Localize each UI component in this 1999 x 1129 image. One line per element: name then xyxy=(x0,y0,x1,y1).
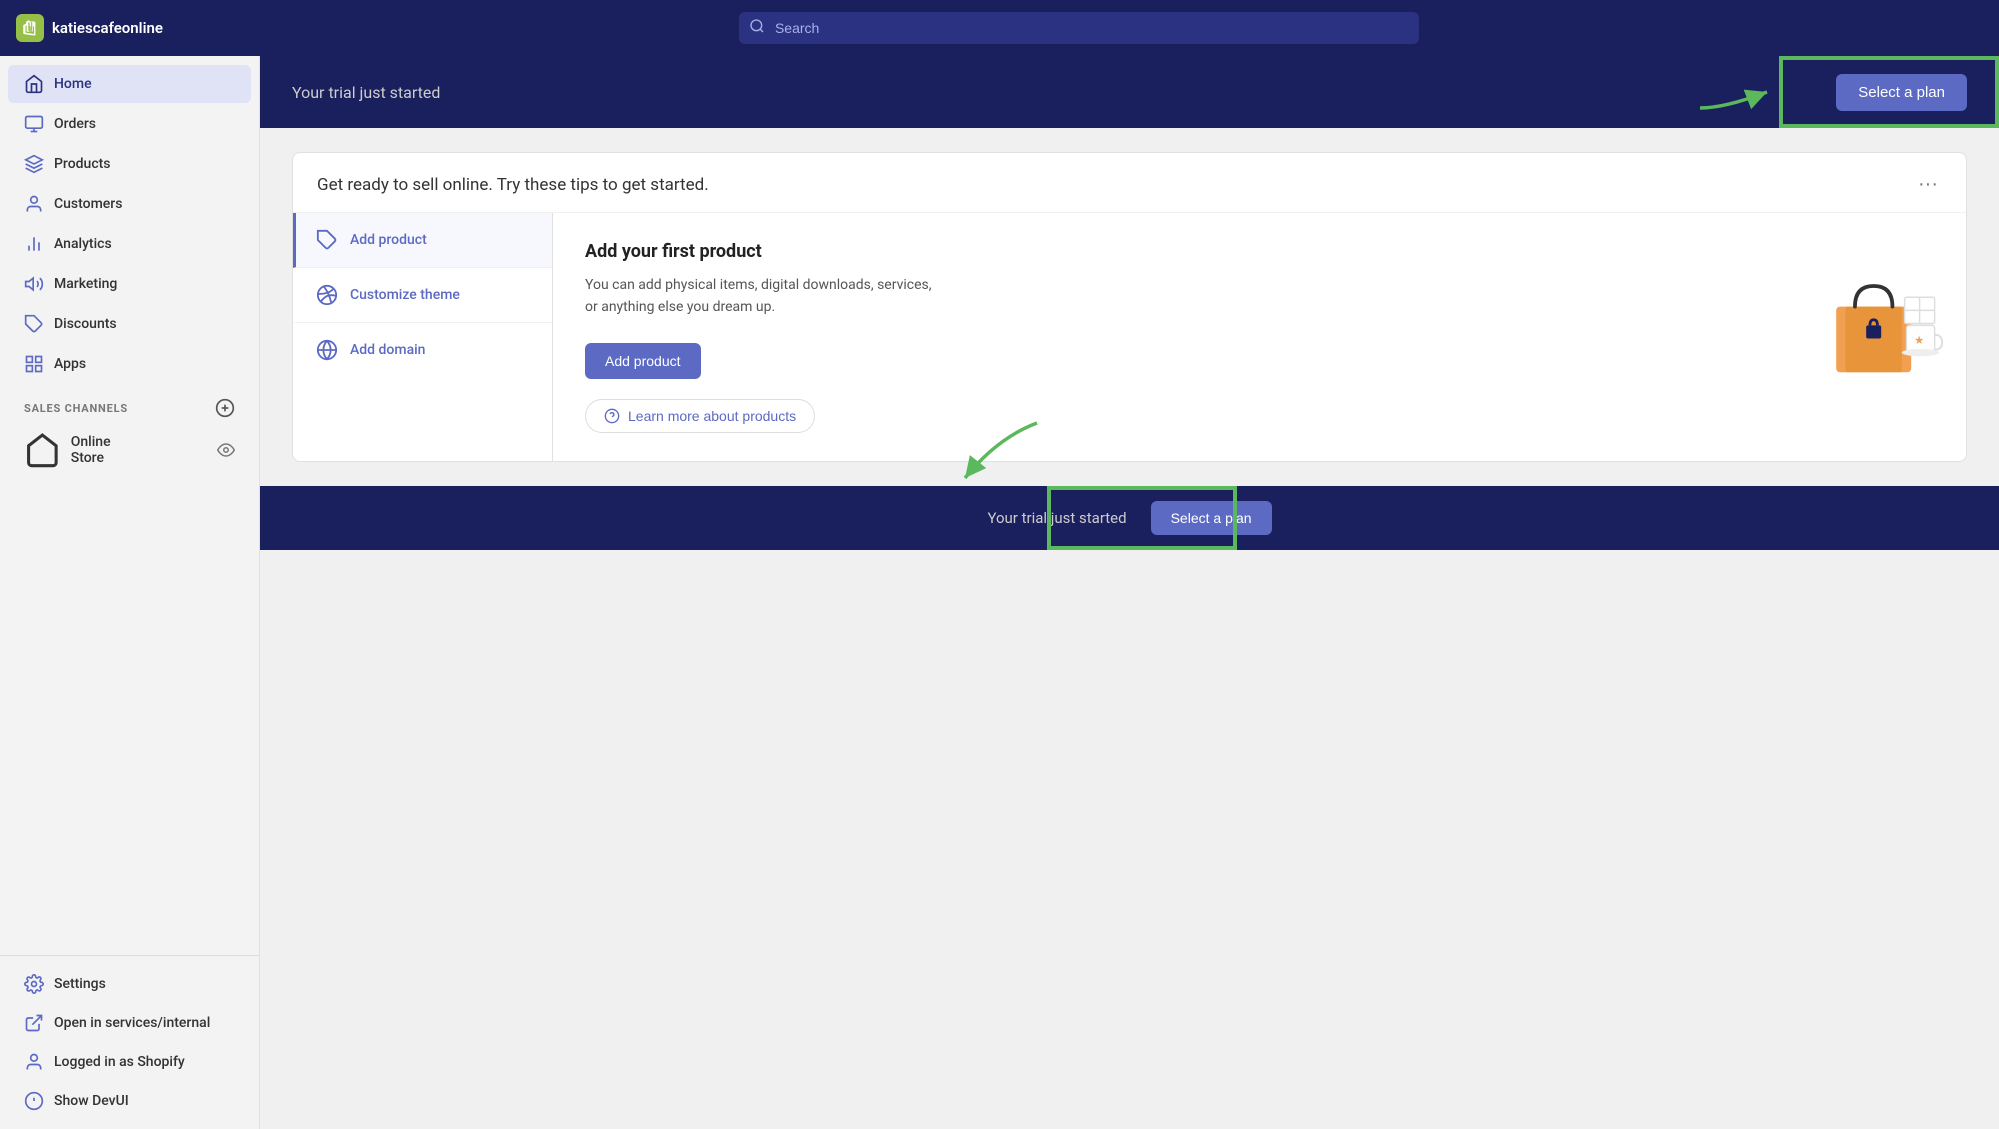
trial-text-top: Your trial just started xyxy=(292,83,440,102)
sidebar-item-customers[interactable]: Customers xyxy=(8,185,251,223)
tip-item-customize-theme[interactable]: Customize theme xyxy=(293,268,552,323)
sidebar-item-apps[interactable]: Apps xyxy=(8,345,251,383)
sidebar-item-analytics[interactable]: Analytics xyxy=(8,225,251,263)
product-illustration: ★ xyxy=(1784,241,1934,395)
sidebar-item-settings[interactable]: Settings xyxy=(8,965,251,1003)
sidebar-item-open-services[interactable]: Open in services/internal xyxy=(8,1004,251,1042)
sidebar-item-online-store[interactable]: Online Store xyxy=(8,423,251,478)
eye-icon[interactable] xyxy=(217,441,235,459)
sidebar: Home Orders Products Customers Analytics xyxy=(0,56,260,1129)
sidebar-label-products: Products xyxy=(54,156,111,172)
sidebar-item-marketing[interactable]: Marketing xyxy=(8,265,251,303)
tip-label-customize-theme: Customize theme xyxy=(350,287,460,303)
shopify-logo xyxy=(16,14,44,42)
sidebar-label-discounts: Discounts xyxy=(54,316,117,332)
sidebar-bottom: Settings Open in services/internal Logge… xyxy=(0,955,259,1121)
content-area: Get ready to sell online. Try these tips… xyxy=(260,128,1999,486)
sidebar-item-logged-in[interactable]: Logged in as Shopify xyxy=(8,1043,251,1081)
top-nav: katiescafeonline xyxy=(0,0,1999,56)
more-options-button[interactable]: ··· xyxy=(1914,173,1942,196)
sidebar-label-marketing: Marketing xyxy=(54,276,117,292)
online-store-label: Online Store xyxy=(71,434,111,466)
store-name: katiescafeonline xyxy=(52,19,163,37)
main-content: Your trial just started Select a plan Ge… xyxy=(260,56,1999,1129)
tips-card-header: Get ready to sell online. Try these tips… xyxy=(293,153,1966,213)
products-icon xyxy=(24,154,44,174)
logged-in-label: Logged in as Shopify xyxy=(54,1054,185,1070)
sidebar-label-analytics: Analytics xyxy=(54,236,112,252)
add-product-button[interactable]: Add product xyxy=(585,343,701,379)
brand: katiescafeonline xyxy=(16,14,163,42)
tips-detail-desc: You can add physical items, digital down… xyxy=(585,274,945,319)
svg-text:★: ★ xyxy=(1914,334,1924,347)
sales-channels-label: SALES CHANNELS xyxy=(0,384,259,422)
tips-card: Get ready to sell online. Try these tips… xyxy=(292,152,1967,462)
open-services-label: Open in services/internal xyxy=(54,1015,210,1031)
orders-icon xyxy=(24,114,44,134)
sidebar-label-customers: Customers xyxy=(54,196,122,212)
apps-icon xyxy=(24,354,44,374)
product-illustration-svg: ★ xyxy=(1784,241,1954,391)
tip-label-add-product: Add product xyxy=(350,232,427,248)
sidebar-label-home: Home xyxy=(54,76,92,92)
arrow-top xyxy=(1695,70,1775,114)
learn-more-label: Learn more about products xyxy=(628,408,796,424)
marketing-icon xyxy=(24,274,44,294)
customize-theme-icon xyxy=(316,284,338,306)
select-plan-button-top[interactable]: Select a plan xyxy=(1836,74,1967,111)
tips-detail: Add your first product You can add physi… xyxy=(553,213,1966,461)
online-store-icon xyxy=(24,432,61,469)
tips-detail-title: Add your first product xyxy=(585,241,1760,262)
customers-icon xyxy=(24,194,44,214)
tips-card-title: Get ready to sell online. Try these tips… xyxy=(317,175,709,195)
tip-item-add-domain[interactable]: Add domain xyxy=(293,323,552,377)
sidebar-item-devui[interactable]: Show DevUI xyxy=(8,1082,251,1120)
tips-body: Add product Customize theme xyxy=(293,213,1966,461)
online-store-left[interactable]: Online Store xyxy=(24,432,111,469)
search-icon xyxy=(749,18,765,38)
tip-item-add-product[interactable]: Add product xyxy=(293,213,552,268)
trial-banner-top: Your trial just started Select a plan xyxy=(260,56,1999,128)
sidebar-item-home[interactable]: Home xyxy=(8,65,251,103)
tips-list: Add product Customize theme xyxy=(293,213,553,461)
trial-text-bottom: Your trial just started xyxy=(987,509,1126,527)
learn-more-button[interactable]: Learn more about products xyxy=(585,399,815,433)
tips-detail-text: Add your first product You can add physi… xyxy=(585,241,1760,433)
sidebar-item-orders[interactable]: Orders xyxy=(8,105,251,143)
app-body: Home Orders Products Customers Analytics xyxy=(0,56,1999,1129)
add-domain-icon xyxy=(316,339,338,361)
tip-label-add-domain: Add domain xyxy=(350,342,425,358)
sidebar-label-apps: Apps xyxy=(54,356,86,372)
external-link-icon xyxy=(24,1013,44,1033)
add-sales-channel-icon[interactable] xyxy=(215,398,235,418)
devui-label: Show DevUI xyxy=(54,1093,129,1109)
search-bar xyxy=(739,12,1419,44)
settings-icon xyxy=(24,974,44,994)
discounts-icon xyxy=(24,314,44,334)
user-circle-icon xyxy=(24,1052,44,1072)
bottom-banner: Your trial just started Select a plan xyxy=(260,486,1999,550)
add-product-icon xyxy=(316,229,338,251)
help-circle-icon xyxy=(604,408,620,424)
analytics-icon xyxy=(24,234,44,254)
sidebar-label-orders: Orders xyxy=(54,116,96,132)
settings-label: Settings xyxy=(54,976,106,992)
search-input[interactable] xyxy=(739,12,1419,44)
devui-icon xyxy=(24,1091,44,1111)
home-icon xyxy=(24,74,44,94)
sidebar-item-discounts[interactable]: Discounts xyxy=(8,305,251,343)
select-plan-button-bottom[interactable]: Select a plan xyxy=(1151,501,1272,535)
sidebar-item-products[interactable]: Products xyxy=(8,145,251,183)
